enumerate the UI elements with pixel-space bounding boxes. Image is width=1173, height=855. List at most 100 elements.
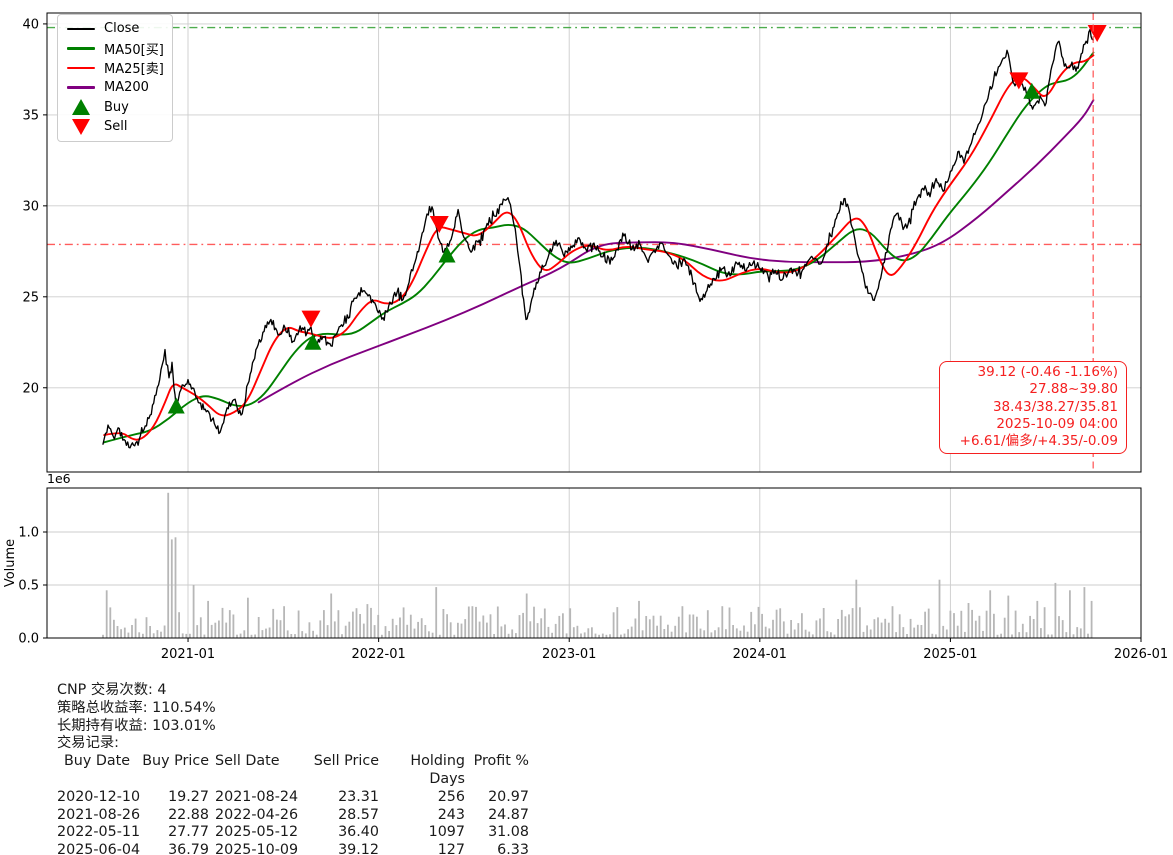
volume-bar: [529, 621, 531, 638]
volume-bar: [892, 606, 894, 638]
volume-bar: [410, 615, 412, 638]
volume-bar: [671, 632, 673, 638]
volume-bar: [747, 632, 749, 638]
volume-bar: [479, 622, 481, 638]
volume-axis-label: Volume: [3, 539, 18, 587]
volume-bar: [645, 616, 647, 638]
volume-bar: [808, 632, 810, 638]
trade-cell: 6.33: [465, 842, 529, 855]
y-tick-label: 30: [22, 199, 39, 214]
volume-bar: [113, 620, 115, 638]
volume-bar: [1018, 632, 1020, 638]
volume-bar: [319, 620, 321, 638]
volume-bar: [269, 628, 271, 639]
volume-bar: [348, 622, 350, 638]
volume-bar: [117, 626, 119, 638]
trade-cell: 2020-12-10: [57, 789, 141, 807]
trade-cell: 2025-10-09: [215, 842, 299, 855]
volume-bar: [1033, 619, 1035, 638]
volume-bar: [627, 629, 629, 638]
volume-bar: [294, 634, 296, 638]
trade-cell: 2022-05-11: [57, 824, 141, 842]
volume-bar: [826, 631, 828, 638]
trade-cell: 127: [379, 842, 465, 855]
volume-bar: [855, 580, 857, 638]
volume-bar: [979, 616, 981, 638]
legend-label: Close: [104, 21, 139, 36]
volume-bar: [287, 630, 289, 638]
volume-bar: [309, 622, 311, 638]
volume-bar: [595, 634, 597, 638]
volume-bar: [805, 630, 807, 638]
volume-bar: [602, 634, 604, 638]
volume-bar: [218, 621, 220, 639]
volume-bar: [385, 626, 387, 638]
volume-bar: [674, 626, 676, 638]
triangle-down-icon: [65, 117, 97, 136]
volume-bar: [374, 625, 376, 638]
volume-bar: [193, 585, 195, 638]
volume-bar: [229, 610, 231, 638]
volume-bar: [790, 620, 792, 638]
line-swatch: [67, 86, 95, 89]
volume-bar: [424, 625, 426, 638]
volume-bar: [472, 606, 474, 638]
trades-header-cell: Profit %: [465, 753, 529, 789]
volume-bar: [841, 610, 843, 638]
volume-bar: [779, 608, 781, 638]
x-tick-label: 2025-01: [923, 647, 977, 662]
legend-label: Buy: [104, 100, 129, 115]
volume-bar: [910, 619, 912, 638]
volume-bar: [725, 629, 727, 638]
strategy-summary: CNP 交易次数: 4 策略总收益率: 110.54% 长期持有收益: 103.…: [57, 682, 529, 855]
volume-bar: [823, 608, 825, 638]
volume-bar: [312, 631, 314, 638]
volume-bar: [537, 623, 539, 638]
volume-bar: [149, 626, 151, 638]
volume-bar: [414, 629, 416, 638]
volume-bar: [504, 625, 506, 639]
volume-bar: [457, 623, 459, 638]
volume-bar: [1036, 601, 1038, 638]
volume-bar: [721, 606, 723, 638]
volume-bar: [649, 619, 651, 638]
volume-bar: [522, 613, 524, 638]
volume-bar: [153, 633, 155, 638]
trade-row: 2020-12-1019.272021-08-2423.3125620.97: [57, 789, 529, 807]
volume-bar: [428, 631, 430, 638]
volume-bar: [515, 633, 517, 638]
volume-bar: [142, 634, 144, 638]
volume-bar: [128, 633, 130, 638]
trade-cell: 1097: [379, 824, 465, 842]
volume-bar: [859, 607, 861, 638]
x-tick-label: 2022-01: [351, 647, 405, 662]
volume-bar: [540, 618, 542, 638]
volume-bar: [377, 615, 379, 638]
legend-item-ma200: MA200: [65, 78, 164, 98]
volume-bar: [204, 635, 206, 638]
x-tick-label: 2023-01: [542, 647, 596, 662]
volume-bar: [895, 632, 897, 638]
annotation-line: +6.61/偏多/+4.35/-0.09: [948, 433, 1118, 450]
volume-bar: [558, 616, 560, 638]
volume-bar: [185, 634, 187, 638]
trade-cell: 39.12: [299, 842, 379, 855]
volume-bar: [1091, 601, 1093, 638]
volume-bar: [482, 616, 484, 639]
legend-item-ma50: MA50[买]: [65, 39, 164, 59]
volume-bar: [787, 634, 789, 638]
volume-bar: [178, 612, 180, 638]
legend-item-buy: Buy: [65, 97, 164, 117]
volume-bar: [334, 621, 336, 638]
axis-offset-label: 1e6: [47, 471, 71, 486]
volume-bar: [812, 634, 814, 638]
trade-cell: 19.27: [141, 789, 209, 807]
volume-bar: [501, 626, 503, 638]
volume-bar: [468, 607, 470, 639]
volume-bar: [913, 628, 915, 638]
volume-bar: [663, 629, 665, 638]
volume-bar: [1051, 635, 1053, 639]
annotation-line: 27.88~39.80: [948, 381, 1118, 398]
volume-bar: [714, 630, 716, 638]
volume-bar: [283, 606, 285, 638]
